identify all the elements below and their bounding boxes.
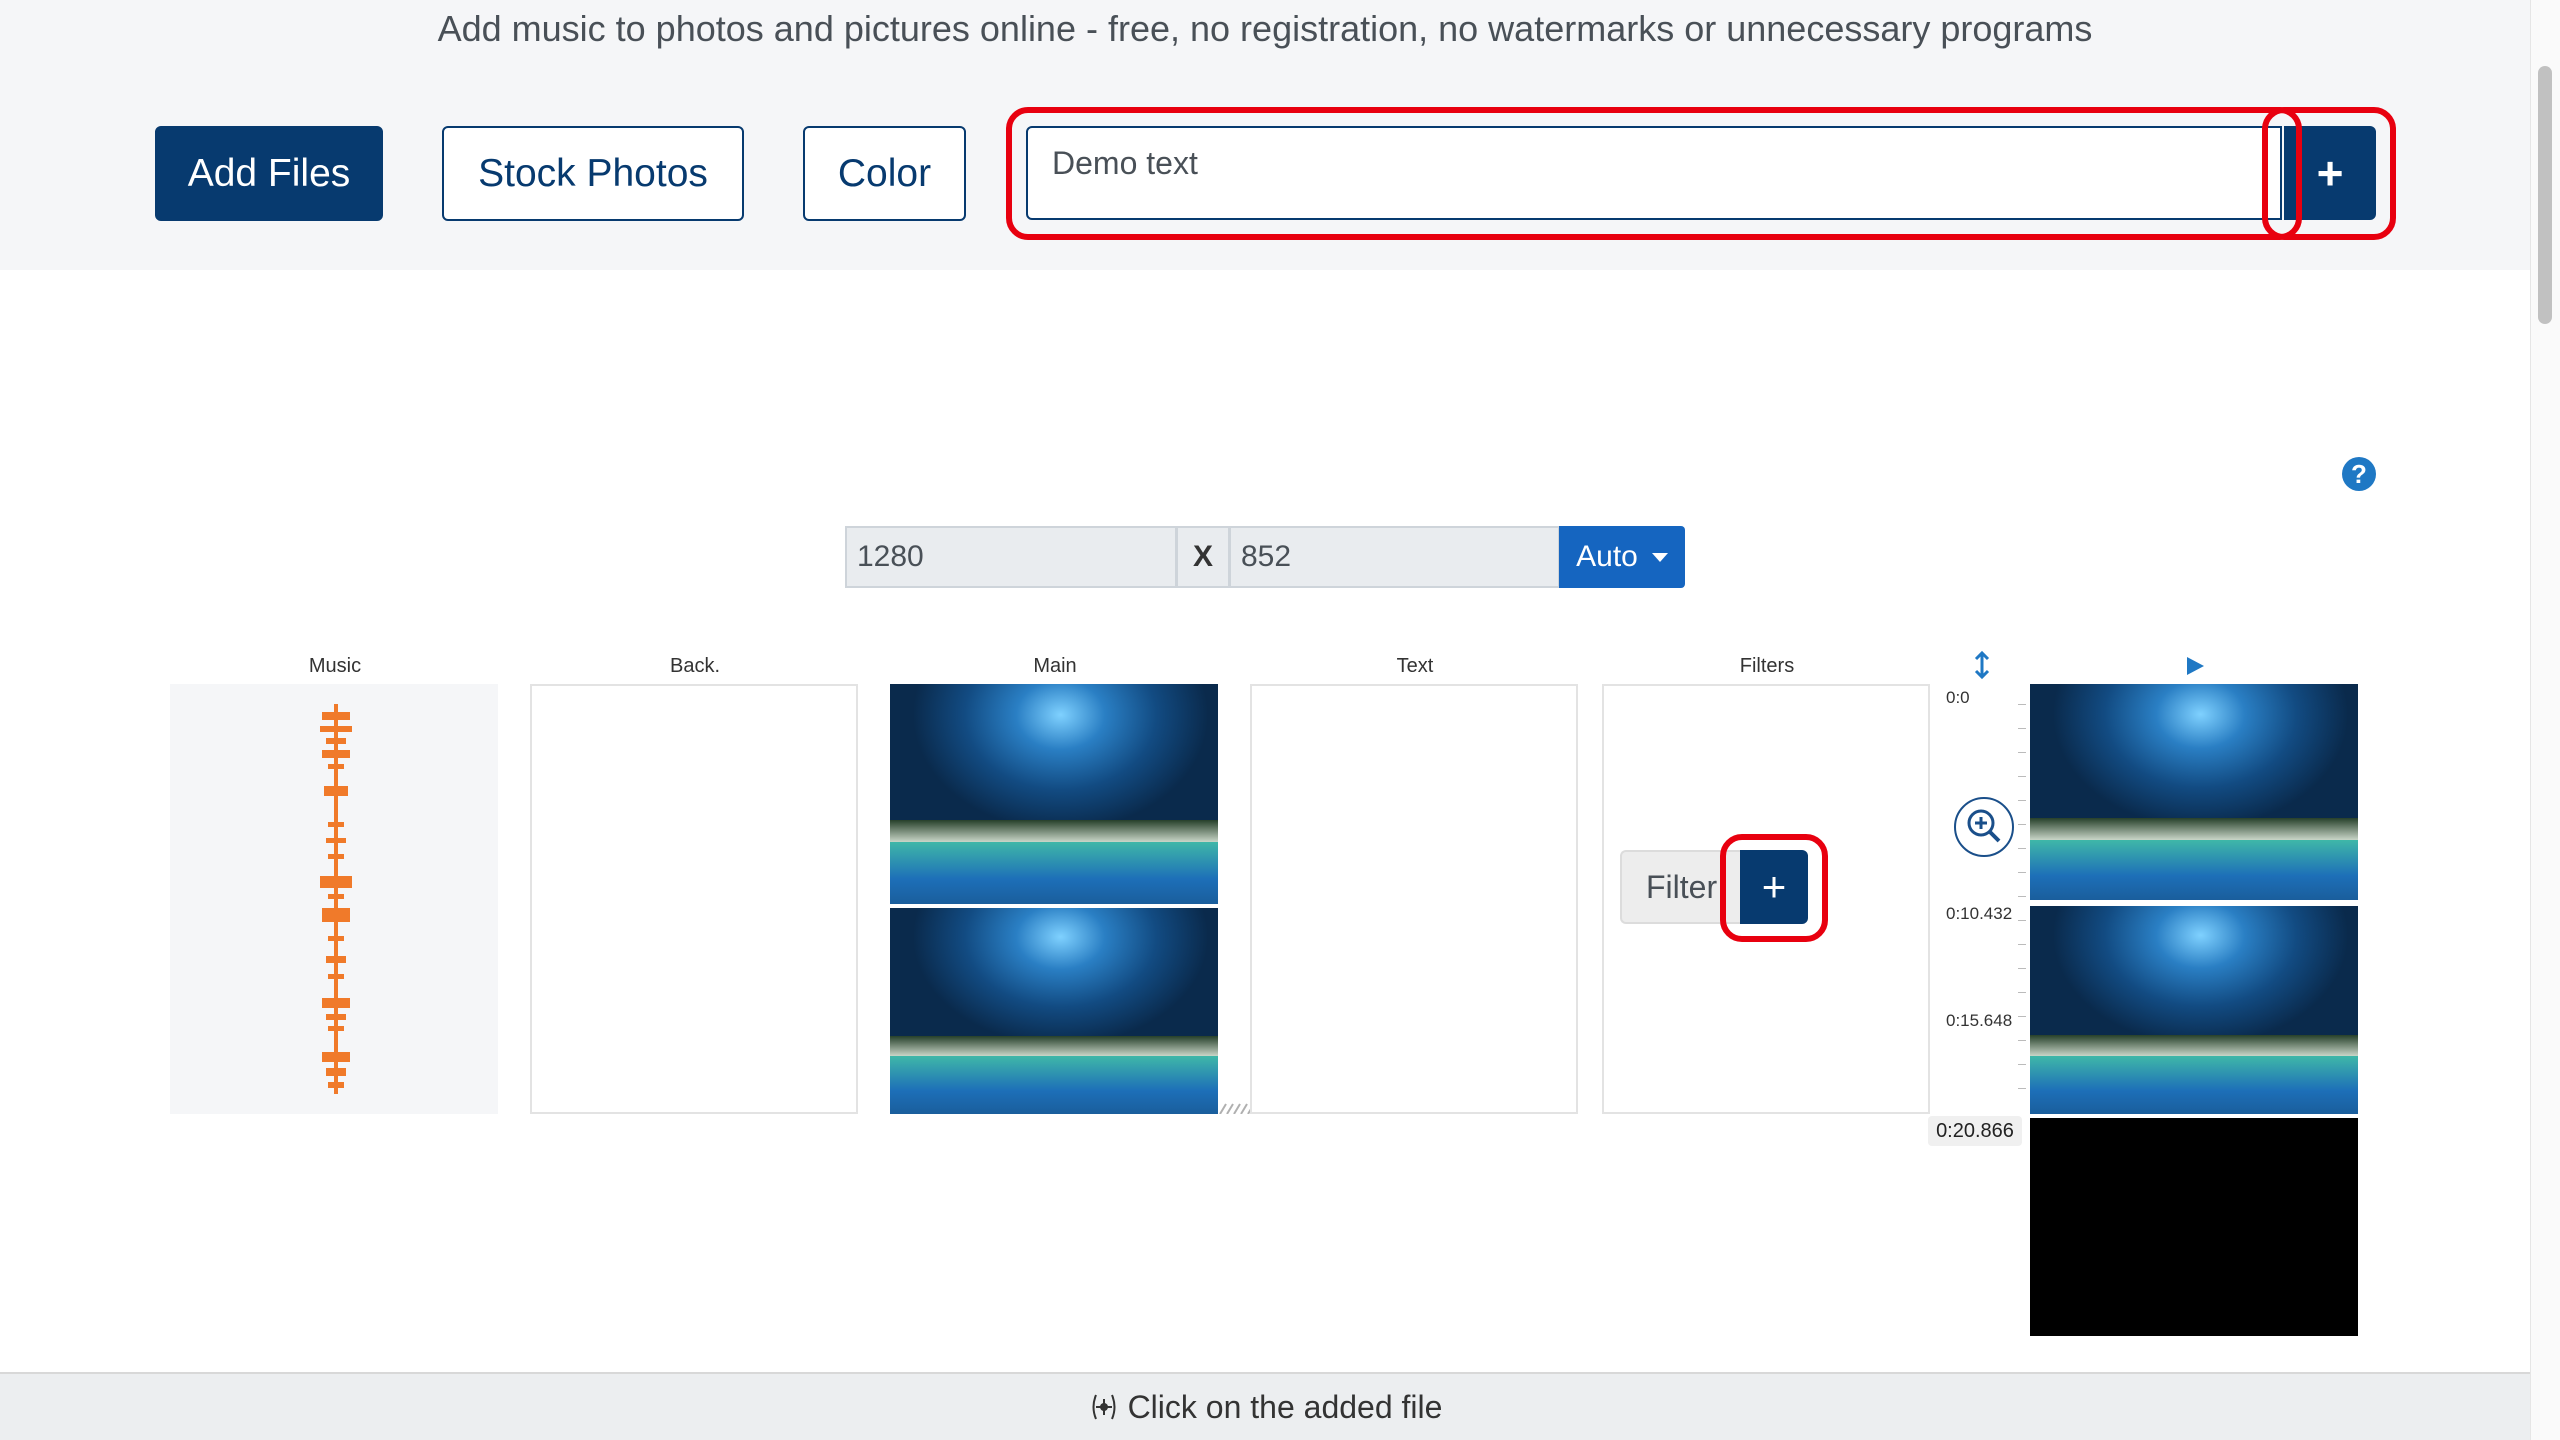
audio-waveform <box>320 704 352 1094</box>
hint-text: Click on the added file <box>1127 1388 1443 1425</box>
background-track-panel[interactable] <box>530 684 858 1114</box>
width-input[interactable]: 1280 <box>845 526 1177 588</box>
height-input[interactable]: 852 <box>1229 526 1560 588</box>
music-track-panel[interactable] <box>170 684 498 1114</box>
timeline-mark: 0:15.648 <box>1946 1011 2013 1030</box>
play-icon[interactable] <box>2184 655 2206 677</box>
text-track-panel[interactable] <box>1250 684 1578 1114</box>
scrollbar-thumb[interactable] <box>2538 66 2552 324</box>
resize-handle-icon[interactable] <box>1218 1100 1254 1114</box>
hint-footer: Click on the added file <box>0 1372 2530 1440</box>
color-button[interactable]: Color <box>803 126 966 221</box>
stock-photos-button[interactable]: Stock Photos <box>442 126 744 221</box>
caret-down-icon <box>1651 552 1668 562</box>
column-label-music: Music <box>308 655 362 677</box>
timeline-ruler[interactable]: 0:0 0:10.432 0:15.648 <box>1934 684 2026 1124</box>
help-icon[interactable]: ? <box>2342 457 2376 491</box>
timeline-total-duration: 0:20.866 <box>1928 1116 2022 1146</box>
column-label-back: Back. <box>669 655 721 677</box>
zoom-in-icon <box>1967 809 2001 843</box>
text-input[interactable] <box>1026 126 2282 220</box>
timeline-mark: 0:10.432 <box>1946 904 2013 923</box>
dimension-separator: X <box>1176 526 1230 588</box>
main-photo-thumbnail[interactable] <box>890 908 1218 1114</box>
add-filter-button[interactable]: + <box>1740 850 1808 924</box>
timeline-mark: 0:0 <box>1946 688 1970 707</box>
preview-frame[interactable] <box>2030 684 2358 900</box>
preview-frame[interactable] <box>2030 906 2358 1114</box>
zoom-in-button[interactable] <box>1954 797 2014 857</box>
column-label-main: Main <box>1033 655 1077 677</box>
column-label-filters: Filters <box>1739 655 1795 677</box>
vertical-resize-icon[interactable] <box>1972 650 1992 680</box>
preview-black-frame[interactable] <box>2030 1118 2358 1336</box>
auto-size-label: Auto <box>1576 540 1638 573</box>
column-label-text: Text <box>1396 655 1434 677</box>
add-files-button[interactable]: Add Files <box>155 126 383 221</box>
auto-size-dropdown[interactable]: Auto <box>1559 526 1685 588</box>
filter-label[interactable]: Filter <box>1620 850 1740 924</box>
main-photo-thumbnail[interactable] <box>890 684 1218 904</box>
main-track-panel[interactable] <box>890 684 1218 1114</box>
tap-icon <box>1092 1394 1116 1420</box>
page-headline: Add music to photos and pictures online … <box>437 8 2093 49</box>
add-text-button[interactable]: + <box>2284 126 2376 220</box>
